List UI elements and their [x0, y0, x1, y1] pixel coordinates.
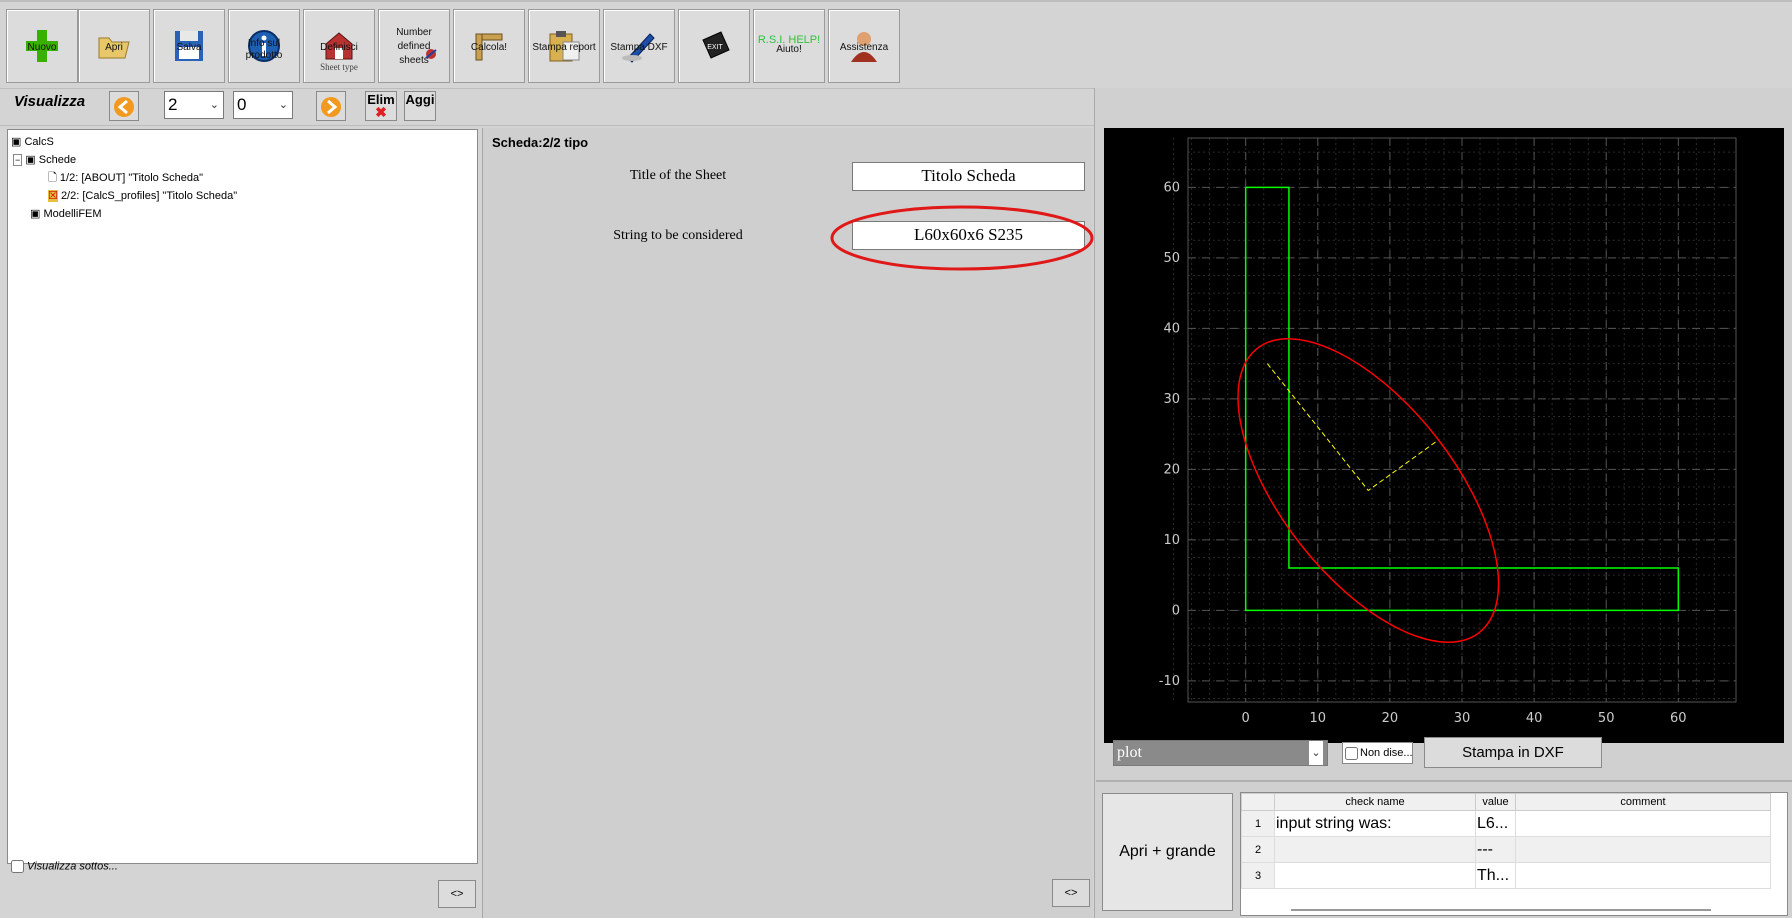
collapse-icon: −: [13, 154, 23, 166]
sub-number-value: 0: [237, 95, 247, 114]
delete-x-icon: ✖: [375, 104, 387, 120]
col-value[interactable]: value: [1475, 793, 1516, 811]
main-toolbar: Nuovo Apri Salva Info sul prodotto Defin…: [0, 0, 1792, 90]
print-dxf-plot-button[interactable]: Stampa in DXF: [1424, 737, 1602, 768]
document-icon: 🗋: [48, 172, 57, 184]
horizontal-scrollbar[interactable]: [1291, 909, 1711, 911]
no-draw-checkbox[interactable]: Non dise...: [1342, 742, 1413, 764]
exit-label: EXIT: [707, 44, 723, 51]
x-tick-label: 50: [1598, 711, 1615, 726]
sheet-header: Scheda:2/2 tipo: [492, 135, 589, 150]
number-icon: [425, 49, 437, 59]
exit-button[interactable]: EXIT: [678, 9, 750, 83]
previous-sheet-button[interactable]: [109, 91, 139, 121]
calculate-button[interactable]: Calcola!: [453, 9, 525, 83]
table-row[interactable]: 2 ---: [1241, 836, 1771, 863]
highlight-ellipse: [830, 205, 1094, 271]
assistance-button[interactable]: Assistenza: [828, 9, 900, 83]
tree-modelli-fem[interactable]: ▣ ModelliFEM: [30, 206, 102, 222]
sheet-number-value: 2: [168, 95, 178, 114]
x-tick-label: 10: [1310, 711, 1327, 726]
show-subsheets-checkbox[interactable]: Visualizza sottos...: [11, 860, 118, 873]
tree-item-sheet-2[interactable]: ☒ 2/2: [CalcS_profiles] "Titolo Scheda": [48, 188, 237, 204]
x-tick-label: 40: [1526, 711, 1543, 726]
print-report-button[interactable]: Stampa report: [528, 9, 600, 83]
col-check-name[interactable]: check name: [1274, 793, 1476, 811]
cube-icon: ▣: [25, 154, 36, 166]
sub-number-combo[interactable]: 0 ⌄: [233, 91, 293, 119]
principal-axes: [1266, 363, 1438, 492]
sheet-number-combo[interactable]: 2 ⌄: [164, 91, 224, 119]
y-tick-label: 60: [1163, 180, 1180, 195]
chevron-down-icon: ⌄: [278, 99, 288, 111]
exit-icon: EXIT: [702, 31, 730, 59]
info-button[interactable]: Info sul prodotto: [228, 9, 300, 83]
y-tick-label: 10: [1163, 533, 1180, 548]
x-tick-label: 30: [1454, 711, 1471, 726]
left-panel-toggle-button[interactable]: <>: [438, 880, 476, 908]
plot-canvas[interactable]: 0 10 20 30 40 50 60 60 50 40 30 20 10 0 -10: [1104, 128, 1784, 743]
table-row[interactable]: 1 input string was: L6...: [1241, 810, 1771, 837]
arrow-left-icon: [114, 97, 134, 117]
middle-panel-toggle-button[interactable]: <>: [1052, 879, 1090, 907]
section-plot: 0 10 20 30 40 50 60 60 50 40 30 20 10 0 -10: [1159, 137, 1737, 726]
x-tick-label: 0: [1242, 711, 1250, 726]
divider: [1096, 780, 1792, 782]
sheet-panel: Scheda:2/2 tipo Title of the Sheet Titol…: [482, 128, 1094, 918]
print-dxf-button[interactable]: Stampa DXF: [603, 9, 675, 83]
title-input[interactable]: Titolo Scheda: [852, 162, 1085, 191]
arrow-right-icon: [321, 97, 341, 117]
plot-type-select[interactable]: plot ⌄: [1113, 740, 1328, 766]
delete-sheet-button[interactable]: Elim ✖: [365, 91, 397, 121]
tree-root[interactable]: ▣ CalcS: [11, 134, 54, 150]
string-label: String to be considered: [613, 228, 743, 243]
profile-sheet-icon: ☒: [48, 190, 58, 202]
results-table: check name value comment 1 input string …: [1240, 792, 1788, 916]
y-tick-label: 40: [1163, 321, 1180, 336]
tree-schede[interactable]: − ▣ Schede: [13, 152, 76, 168]
tree-panel: ▣ CalcS − ▣ Schede 🗋 1/2: [ABOUT] "Titol…: [7, 129, 478, 864]
chevron-down-icon: ⌄: [209, 99, 219, 111]
open-button[interactable]: Apri: [78, 9, 150, 83]
y-tick-label: 0: [1172, 603, 1180, 618]
chevron-down-icon: ⌄: [1309, 741, 1323, 765]
help-button[interactable]: R.S.I. HELP! Aiuto!: [753, 9, 825, 83]
tree-item-sheet-1[interactable]: 🗋 1/2: [ABOUT] "Titolo Scheda": [48, 170, 203, 186]
save-button[interactable]: Salva: [153, 9, 225, 83]
nav-title: Visualizza: [14, 93, 86, 110]
no-draw-check[interactable]: [1345, 746, 1358, 760]
open-bigger-button[interactable]: Apri + grande: [1102, 793, 1233, 911]
x-tick-label: 20: [1382, 711, 1399, 726]
y-tick-label: 50: [1163, 251, 1180, 266]
title-label: Title of the Sheet: [629, 168, 727, 183]
y-tick-label: -10: [1159, 674, 1180, 689]
add-sheet-button[interactable]: Aggi: [404, 91, 436, 121]
cube-icon: ▣: [30, 208, 41, 220]
define-sheet-type-button[interactable]: Definisci Sheet type: [303, 9, 375, 83]
new-button[interactable]: Nuovo: [6, 9, 78, 83]
row-number-header: [1241, 793, 1275, 811]
cube-icon: ▣: [11, 136, 22, 148]
number-defined-sheets-button[interactable]: Number defined sheets: [378, 9, 450, 83]
y-tick-label: 20: [1163, 462, 1180, 477]
table-row[interactable]: 3 Th...: [1241, 862, 1771, 889]
show-subsheets-check[interactable]: [11, 860, 24, 873]
col-comment[interactable]: comment: [1515, 793, 1771, 811]
next-sheet-button[interactable]: [316, 91, 346, 121]
y-tick-label: 30: [1163, 392, 1180, 407]
x-tick-label: 60: [1670, 711, 1687, 726]
